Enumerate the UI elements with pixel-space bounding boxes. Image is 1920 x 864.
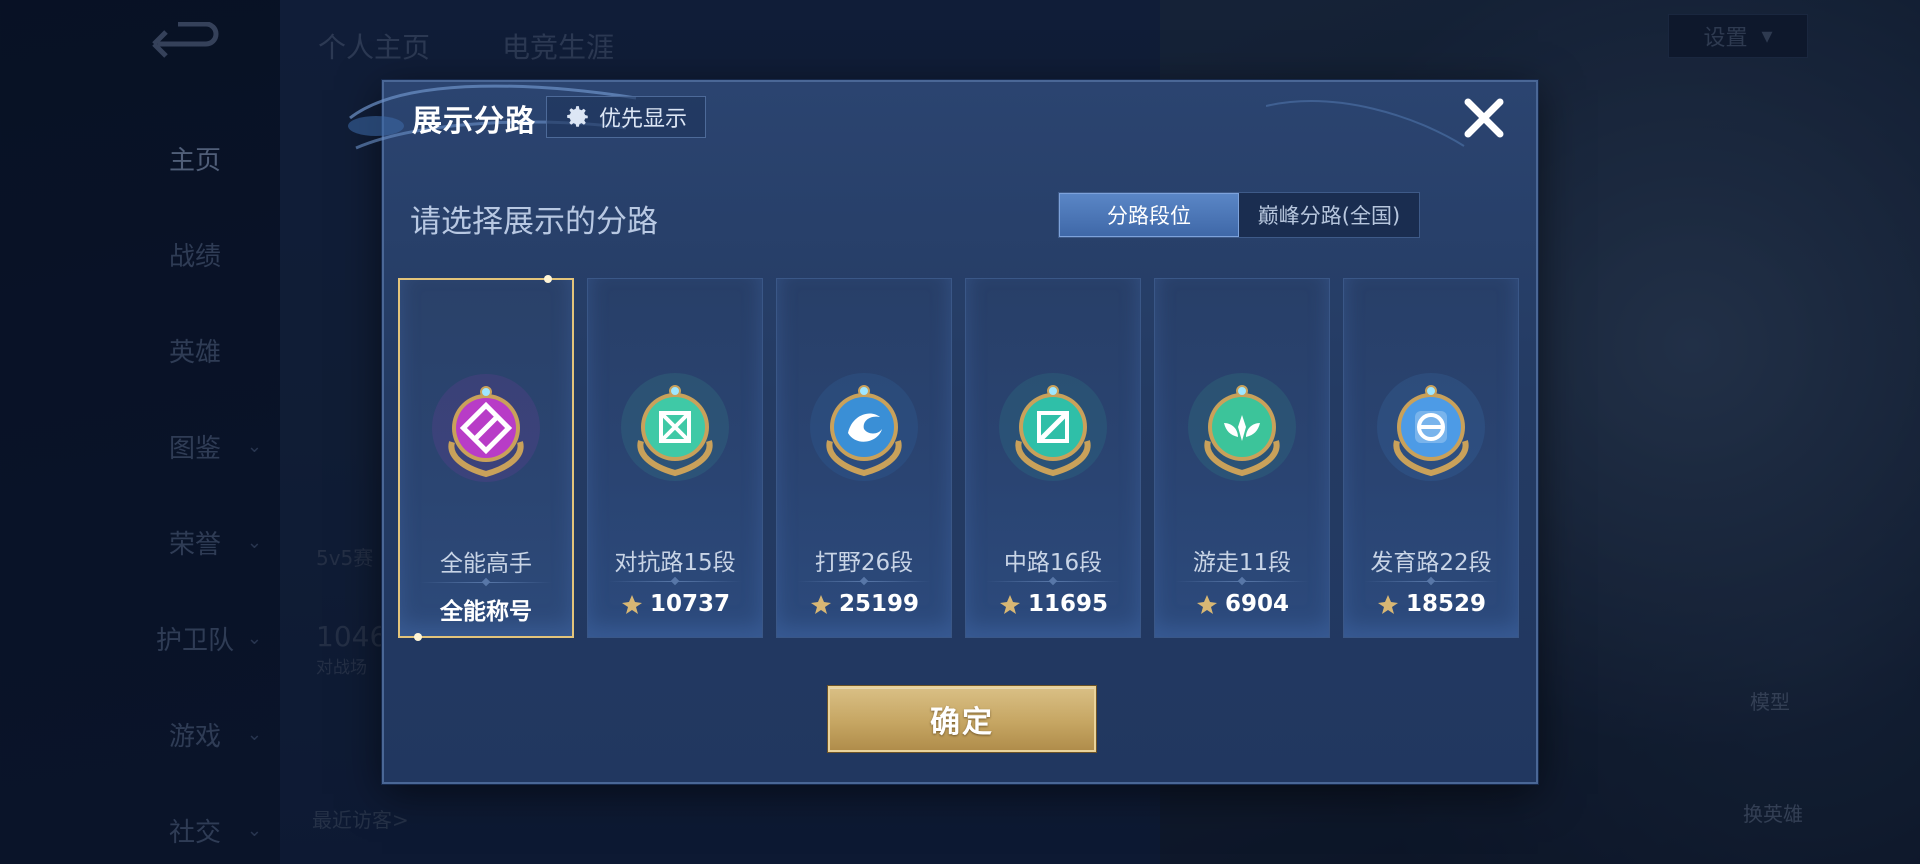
jungle-lane-badge-icon <box>808 371 920 483</box>
lane-mode-toggle: 分路段位 巅峰分路(全国) <box>1058 192 1420 238</box>
lane-card-value-text: 6904 <box>1224 591 1289 617</box>
lane-card-value-text: 全能称号 <box>440 599 532 625</box>
selection-corner-dot <box>544 275 552 283</box>
confirm-button[interactable]: 确定 <box>828 686 1096 752</box>
lane-card-value: 18529 <box>1344 591 1518 617</box>
lane-card-jungle[interactable]: 打野26段 25199 <box>776 278 952 638</box>
tab-peak-lane-national[interactable]: 巅峰分路(全国) <box>1239 193 1419 237</box>
clash-lane-badge-icon <box>619 371 731 483</box>
card-divider <box>608 581 742 582</box>
lane-card-value: 全能称号 <box>400 592 572 626</box>
corner-swirl-decoration <box>1266 100 1465 147</box>
lane-card-value-text: 25199 <box>838 591 920 617</box>
lane-card-value: 25199 <box>777 591 951 617</box>
lane-card-title: 中路16段 <box>1003 550 1103 576</box>
rank-points-icon <box>621 595 642 614</box>
rank-points-icon <box>1196 595 1217 614</box>
rank-points-icon <box>810 595 831 614</box>
rank-points-icon <box>999 595 1020 614</box>
farm-lane-badge-icon <box>1375 371 1487 483</box>
lane-card-roam[interactable]: 游走11段 6904 <box>1154 278 1330 638</box>
priority-display-button[interactable]: 优先显示 <box>546 96 706 138</box>
lane-display-dialog: 展示分路 优先显示 请选择展示的分路 分路段位 巅峰分路(全国) 全能高手全能称号… <box>348 80 1538 784</box>
lane-card-value-text: 11695 <box>1027 591 1109 617</box>
lane-card-title: 对抗路15段 <box>614 550 736 576</box>
card-divider <box>1175 581 1309 582</box>
lane-card-title: 游走11段 <box>1192 550 1292 576</box>
tab-lane-rank[interactable]: 分路段位 <box>1059 193 1239 237</box>
lane-card-title: 全能高手 <box>440 551 532 577</box>
card-divider <box>986 581 1120 582</box>
card-divider <box>797 581 931 582</box>
allround-lane-badge-icon <box>430 372 542 484</box>
lane-card-value: 11695 <box>966 591 1140 617</box>
lane-card-title: 发育路22段 <box>1370 550 1492 576</box>
roam-lane-badge-icon <box>1186 371 1298 483</box>
lane-card-value: 10737 <box>588 591 762 617</box>
lane-card-allround[interactable]: 全能高手 全能称号 <box>398 275 574 641</box>
select-lane-prompt: 请选择展示的分路 <box>410 204 658 240</box>
rank-points-icon <box>1377 595 1398 614</box>
lane-card-clash[interactable]: 对抗路15段 10737 <box>587 278 763 638</box>
lane-card-farm[interactable]: 发育路22段 18529 <box>1343 278 1519 638</box>
card-divider <box>1364 581 1498 582</box>
gear-icon <box>567 106 588 127</box>
card-divider <box>420 582 552 583</box>
selection-corner-dot <box>414 633 422 641</box>
close-button[interactable] <box>1458 92 1510 144</box>
lane-card-value: 6904 <box>1155 591 1329 617</box>
lane-card-value-text: 10737 <box>649 591 731 617</box>
close-icon <box>1464 98 1504 138</box>
dialog-title: 展示分路 <box>412 104 536 139</box>
priority-display-label: 优先显示 <box>598 107 687 132</box>
lane-card-list: 全能高手 全能称号 对抗路15段 10737 打野26段 25199 中路16段 11695 游… <box>398 275 1519 641</box>
lane-card-mid[interactable]: 中路16段 11695 <box>965 278 1141 638</box>
mid-lane-badge-icon <box>997 371 1109 483</box>
lane-card-value-text: 18529 <box>1405 591 1487 617</box>
lane-card-title: 打野26段 <box>814 550 914 576</box>
